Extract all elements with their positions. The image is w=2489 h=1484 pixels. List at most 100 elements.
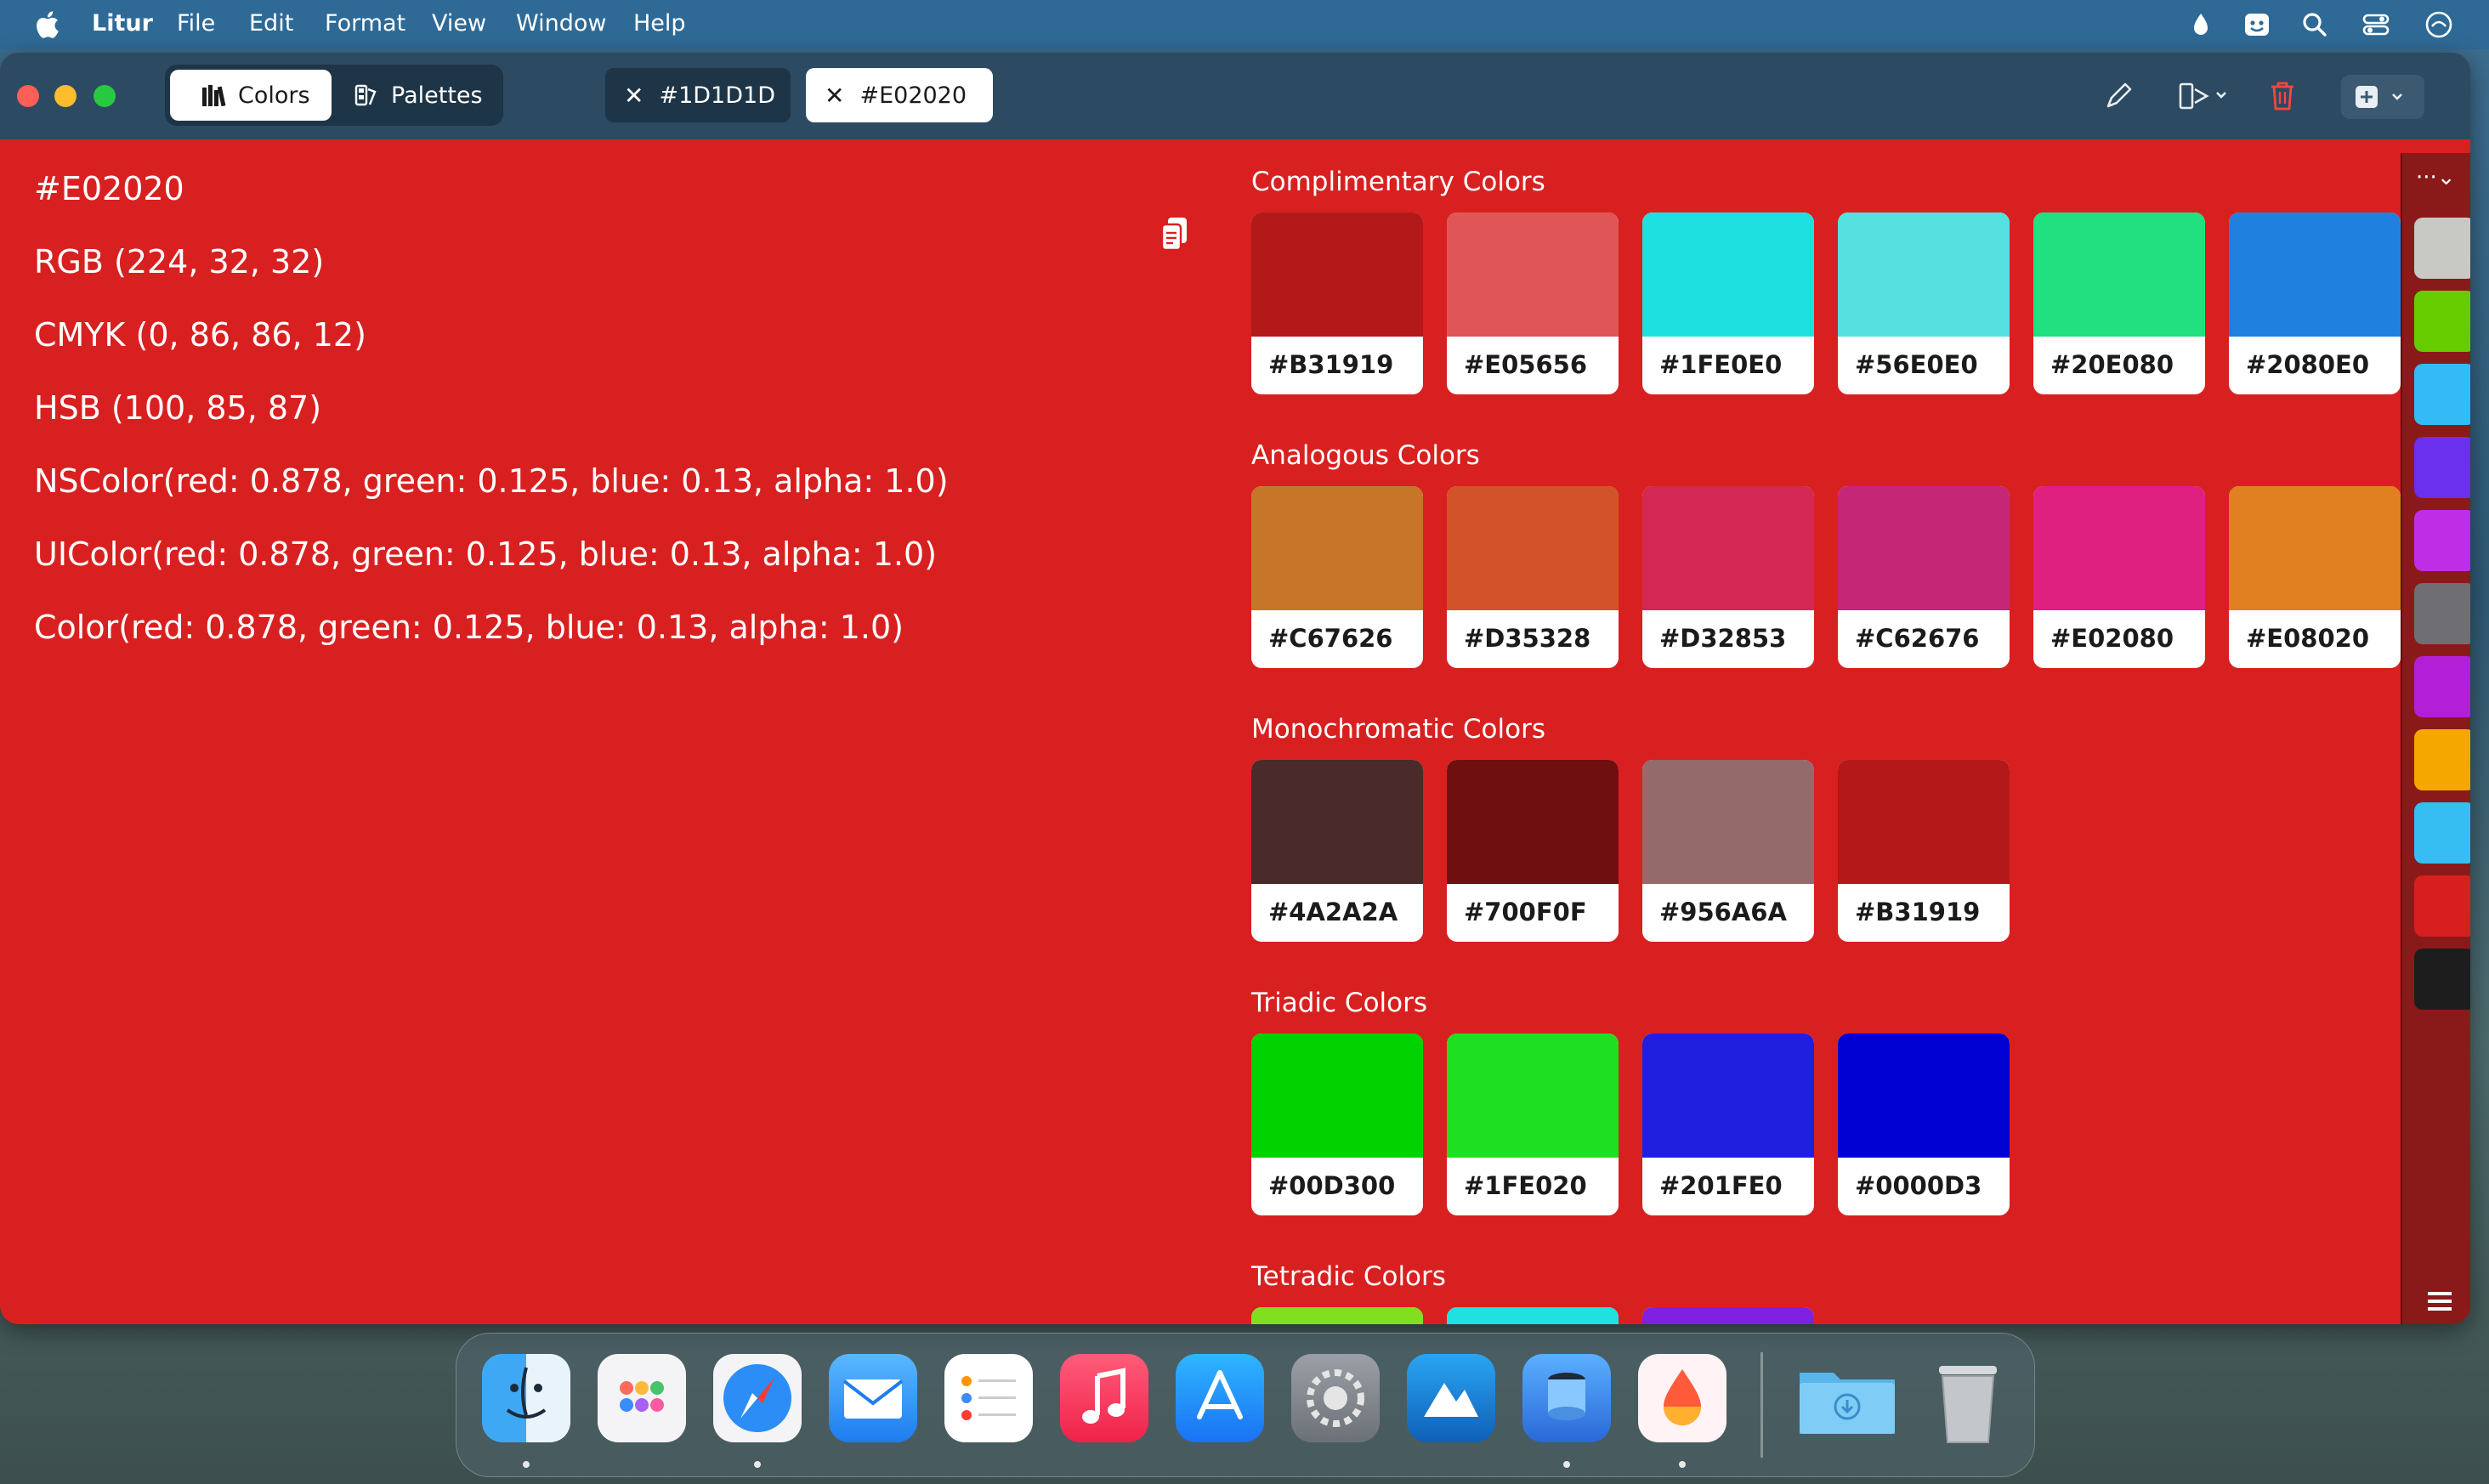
palette-rail-color-chip[interactable] bbox=[2414, 218, 2470, 279]
swatch-chip bbox=[1838, 760, 2010, 884]
app-window: Colors Palettes ✕ #1D1D1D ✕ #E02020 #E02… bbox=[0, 53, 2470, 1324]
color-swatch[interactable]: #D32853 bbox=[1642, 486, 1814, 668]
color-swatch[interactable]: #B31919 bbox=[1838, 760, 2010, 942]
color-swatch[interactable]: #8020E0 bbox=[1642, 1307, 1814, 1324]
dock-reminders-icon[interactable] bbox=[944, 1354, 1033, 1442]
menu-edit[interactable]: Edit bbox=[249, 10, 293, 37]
search-icon[interactable] bbox=[2300, 10, 2329, 39]
palette-rail-color-chip[interactable] bbox=[2414, 729, 2470, 790]
menu-window[interactable]: Window bbox=[516, 10, 606, 37]
swatch-hex-label: #1FE0E0 bbox=[1659, 350, 1783, 379]
color-swatch[interactable]: #956A6A bbox=[1642, 760, 1814, 942]
color-swatch[interactable]: #E05656 bbox=[1447, 212, 1619, 394]
delete-button[interactable] bbox=[2268, 75, 2297, 117]
menu-help[interactable]: Help bbox=[633, 10, 686, 37]
dock-safari-icon[interactable] bbox=[713, 1354, 802, 1442]
menu-view[interactable]: View bbox=[432, 10, 486, 37]
dock-trash-icon[interactable] bbox=[1924, 1354, 2012, 1443]
swatch-hex-label: #1FE020 bbox=[1464, 1171, 1587, 1200]
dock-system-settings-icon[interactable] bbox=[1291, 1354, 1380, 1442]
list-menu-icon[interactable] bbox=[2428, 1292, 2452, 1311]
menu-app-name[interactable]: Litur bbox=[92, 10, 153, 37]
palette-rail-color-chip[interactable] bbox=[2414, 949, 2470, 1010]
color-swatch[interactable]: #4A2A2A bbox=[1251, 760, 1423, 942]
palette-rail: ···⌄ bbox=[2401, 153, 2470, 1324]
hsb-value[interactable]: HSB (100, 85, 87) bbox=[34, 389, 321, 427]
dock-app-store-icon[interactable] bbox=[1176, 1354, 1264, 1442]
swatch-hex-label: #2080E0 bbox=[2246, 350, 2369, 379]
palette-rail-color-chip[interactable] bbox=[2414, 510, 2470, 571]
uicolor-value[interactable]: UIColor(red: 0.878, green: 0.125, blue: … bbox=[34, 535, 937, 573]
dock-preview-icon[interactable] bbox=[1522, 1354, 1611, 1442]
more-menu-button[interactable]: ···⌄ bbox=[2416, 165, 2456, 190]
pencil-button[interactable] bbox=[2103, 75, 2134, 117]
export-menu-icon bbox=[2179, 82, 2226, 110]
swiftui-color-value[interactable]: Color(red: 0.878, green: 0.125, blue: 0.… bbox=[34, 609, 904, 646]
color-swatch[interactable]: #C62676 bbox=[1838, 486, 2010, 668]
drop-icon[interactable] bbox=[2186, 10, 2215, 39]
color-swatch[interactable]: #C67626 bbox=[1251, 486, 1423, 668]
add-menu-button[interactable] bbox=[2341, 75, 2424, 119]
palette-rail-color-chip[interactable] bbox=[2414, 875, 2470, 937]
control-center-icon[interactable] bbox=[2361, 10, 2390, 39]
palette-rail-color-chip[interactable] bbox=[2414, 364, 2470, 425]
palette-rail-color-chip[interactable] bbox=[2414, 291, 2470, 352]
close-tab-icon[interactable]: ✕ bbox=[825, 82, 844, 110]
color-swatch[interactable]: #20E0E0 bbox=[1447, 1307, 1619, 1324]
color-swatch[interactable]: #56E0E0 bbox=[1838, 212, 2010, 394]
color-swatch[interactable]: #E08020 bbox=[2229, 486, 2401, 668]
color-swatch[interactable]: #B31919 bbox=[1251, 212, 1423, 394]
swatch-chip bbox=[1251, 1307, 1423, 1324]
minimize-window-button[interactable] bbox=[54, 85, 77, 107]
close-tab-icon[interactable]: ✕ bbox=[624, 82, 644, 110]
zoom-window-button[interactable] bbox=[94, 85, 116, 107]
dock-finder-icon[interactable] bbox=[482, 1354, 570, 1442]
palettes-segment-button[interactable]: Palettes bbox=[345, 70, 498, 121]
swatch-chip bbox=[1838, 212, 2010, 337]
cmyk-value[interactable]: CMYK (0, 86, 86, 12) bbox=[34, 316, 366, 354]
swatch-chip bbox=[1447, 760, 1619, 884]
dock-mail-icon[interactable] bbox=[829, 1354, 917, 1442]
colors-segment-button[interactable]: Colors bbox=[170, 70, 332, 121]
copy-icon[interactable] bbox=[1159, 216, 1190, 253]
palettes-icon bbox=[354, 84, 377, 106]
tab-e02020[interactable]: ✕ #E02020 bbox=[806, 68, 993, 122]
swatch-hex-label: #E02080 bbox=[2050, 624, 2174, 653]
tab-1d1d1d[interactable]: ✕ #1D1D1D bbox=[605, 68, 791, 122]
palette-rail-color-chip[interactable] bbox=[2414, 656, 2470, 717]
swatch-chip bbox=[1447, 1034, 1619, 1158]
color-swatch[interactable]: #E02080 bbox=[2033, 486, 2205, 668]
menu-file[interactable]: File bbox=[177, 10, 215, 37]
color-swatch[interactable]: #2080E0 bbox=[2229, 212, 2401, 394]
menu-format[interactable]: Format bbox=[325, 10, 405, 37]
export-menu-button[interactable] bbox=[2178, 75, 2231, 117]
color-swatch[interactable]: #1FE020 bbox=[1447, 1034, 1619, 1215]
siri-icon[interactable] bbox=[2424, 10, 2453, 39]
palette-rail-color-chip[interactable] bbox=[2414, 583, 2470, 644]
color-swatch[interactable]: #20E080 bbox=[2033, 212, 2205, 394]
palette-rail-color-chip[interactable] bbox=[2414, 802, 2470, 864]
color-swatch[interactable]: #D35328 bbox=[1447, 486, 1619, 668]
apple-icon[interactable] bbox=[34, 10, 60, 39]
color-swatch[interactable]: #00D300 bbox=[1251, 1034, 1423, 1215]
color-swatch[interactable]: #700F0F bbox=[1447, 760, 1619, 942]
rgb-value[interactable]: RGB (224, 32, 32) bbox=[34, 243, 324, 280]
color-swatch[interactable]: #201FE0 bbox=[1642, 1034, 1814, 1215]
hex-value[interactable]: #E02020 bbox=[34, 170, 184, 207]
color-swatch[interactable]: #80E020 bbox=[1251, 1307, 1423, 1324]
palette-rail-color-chip[interactable] bbox=[2414, 437, 2470, 498]
close-window-button[interactable] bbox=[17, 85, 39, 107]
app-face-icon[interactable] bbox=[2242, 10, 2271, 39]
swatch-hex-label: #C67626 bbox=[1268, 624, 1393, 653]
dock-downloads-folder-icon[interactable] bbox=[1796, 1354, 1895, 1442]
dock-instruments-icon[interactable] bbox=[1407, 1354, 1495, 1442]
dock-launchpad-icon[interactable] bbox=[598, 1354, 686, 1442]
dock-music-icon[interactable] bbox=[1060, 1354, 1148, 1442]
nscolor-value[interactable]: NSColor(red: 0.878, green: 0.125, blue: … bbox=[34, 462, 949, 500]
swatch-hex-label: #E05656 bbox=[1464, 350, 1587, 379]
dock-litur-icon[interactable] bbox=[1638, 1354, 1726, 1442]
swatch-chip bbox=[1251, 212, 1423, 337]
swatch-hex-label: #201FE0 bbox=[1659, 1171, 1783, 1200]
color-swatch[interactable]: #0000D3 bbox=[1838, 1034, 2010, 1215]
color-swatch[interactable]: #1FE0E0 bbox=[1642, 212, 1814, 394]
